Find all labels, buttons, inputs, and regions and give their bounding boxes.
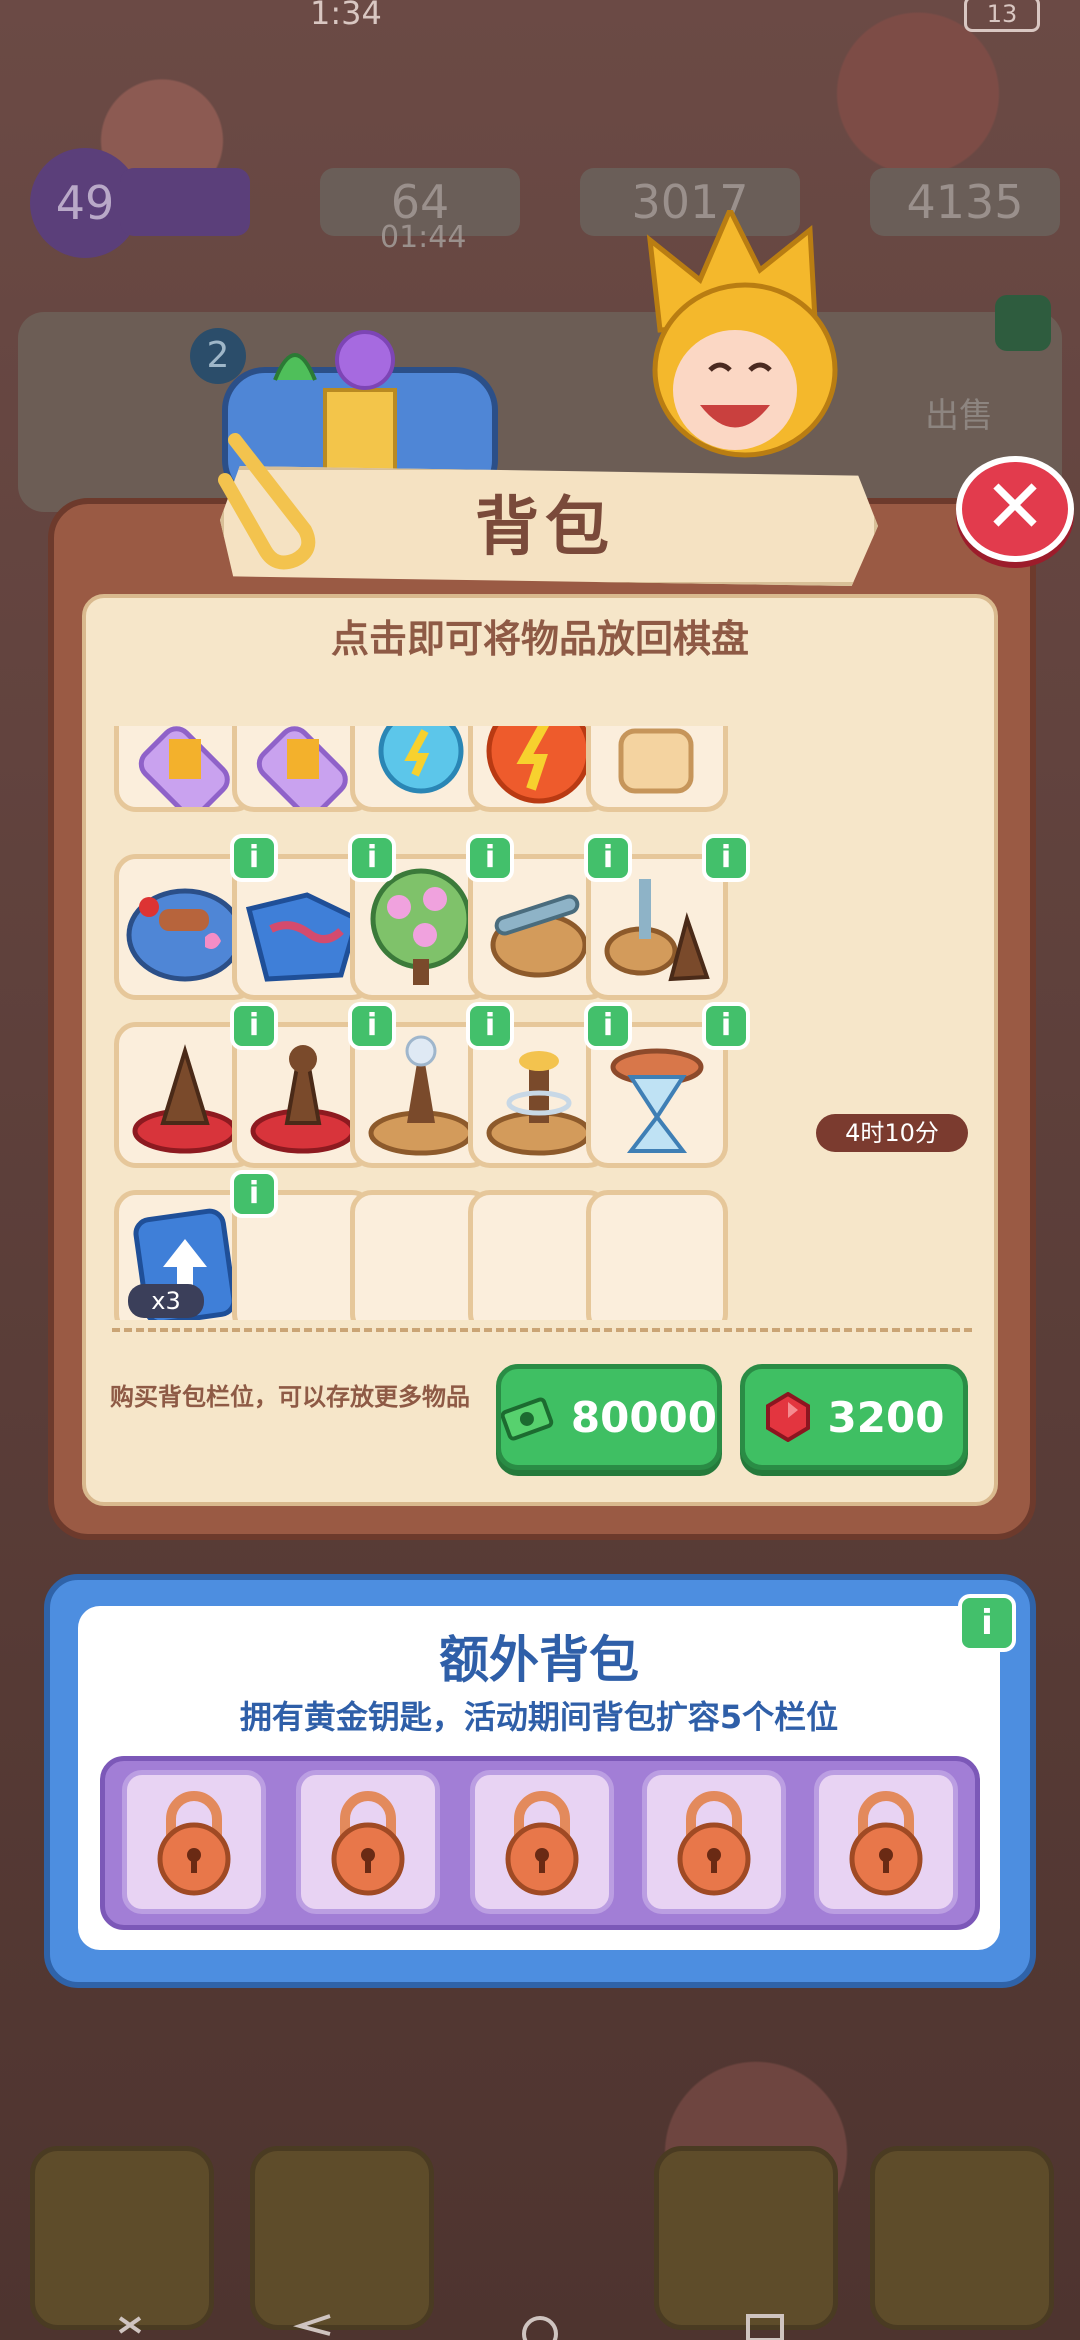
quest-info-icon [995, 295, 1051, 351]
gem-price: 3200 [827, 1392, 945, 1442]
info-icon[interactable]: i [702, 1002, 750, 1050]
item-count-badge: x3 [128, 1284, 204, 1318]
paperclip-icon [218, 433, 316, 570]
item-slot[interactable] [586, 726, 728, 812]
back-button [30, 2146, 214, 2330]
energy-timer: 01:44 [380, 220, 467, 255]
buy-slot-text: 购买背包栏位，可以存放更多物品 [110, 1383, 470, 1411]
backpack-button [250, 2146, 434, 2330]
cash-price: 80000 [570, 1392, 717, 1442]
info-icon[interactable]: i [230, 1002, 278, 1050]
status-time: 1:34 [310, 0, 382, 32]
divider [112, 1328, 972, 1332]
gem-counter: 4135 [870, 168, 1060, 236]
info-icon[interactable]: i [584, 834, 632, 882]
battery-icon: 13 [964, 0, 1040, 32]
gem-icon [765, 1392, 810, 1442]
info-icon[interactable]: i [348, 1002, 396, 1050]
locked-slot[interactable] [122, 1770, 266, 1914]
xp-bar [120, 168, 250, 236]
info-icon[interactable]: i [230, 1170, 278, 1218]
locked-slot[interactable] [814, 1770, 958, 1914]
lock-icon [677, 1791, 751, 1896]
item-grid: i i i i i i i i i i i [104, 726, 976, 1320]
cash-icon [501, 1397, 554, 1441]
extra-backpack-title: 额外背包 [439, 1631, 639, 1689]
sell-label: 出售 [925, 396, 993, 436]
info-icon[interactable]: i [348, 834, 396, 882]
shop-basket-button [654, 2146, 838, 2330]
info-icon[interactable]: i [584, 1002, 632, 1050]
locked-slot[interactable] [470, 1770, 614, 1914]
extra-backpack-subtitle: 拥有黄金钥匙，活动期间背包扩容5个栏位 [239, 1698, 839, 1736]
info-icon[interactable]: i [230, 834, 278, 882]
buy-with-cash-button[interactable]: 80000 [496, 1364, 722, 1470]
backpack-hint: 点击即可将物品放回棋盘 [330, 617, 749, 661]
locked-slot[interactable] [642, 1770, 786, 1914]
info-icon[interactable]: i [466, 1002, 514, 1050]
close-button[interactable]: ✕ [956, 456, 1074, 562]
mascot-character [646, 210, 838, 458]
tasks-button [870, 2146, 1054, 2330]
info-icon[interactable]: i [466, 834, 514, 882]
lock-icon [331, 1791, 405, 1896]
lock-icon [505, 1791, 579, 1896]
lock-icon [157, 1791, 231, 1896]
info-icon[interactable]: i [702, 834, 750, 882]
empty-slot[interactable] [586, 1190, 728, 1320]
lock-icon [849, 1791, 923, 1896]
item-timer: 4时10分 [816, 1114, 968, 1152]
locked-slot[interactable] [296, 1770, 440, 1914]
buy-with-gems-button[interactable]: 3200 [740, 1364, 968, 1470]
system-nav-bar [118, 2314, 784, 2340]
